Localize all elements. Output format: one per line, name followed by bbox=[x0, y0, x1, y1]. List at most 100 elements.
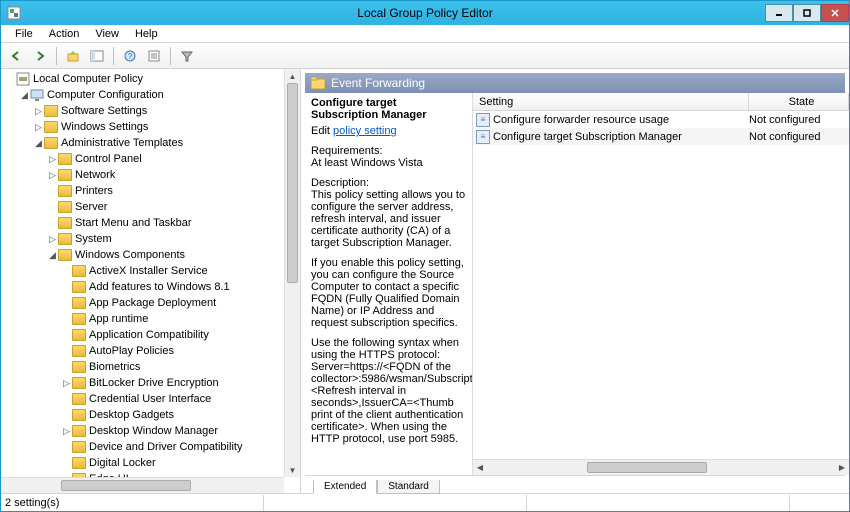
window-buttons bbox=[765, 4, 849, 22]
tree-item-admin-templates[interactable]: ◢Administrative Templates bbox=[5, 135, 300, 151]
folder-icon bbox=[72, 425, 86, 437]
tree-horizontal-scrollbar[interactable] bbox=[1, 477, 284, 493]
folder-icon bbox=[58, 169, 72, 181]
scroll-thumb[interactable] bbox=[587, 462, 707, 473]
tree-item-control-panel[interactable]: ▷Control Panel bbox=[5, 151, 300, 167]
description-heading: Description: bbox=[311, 177, 466, 189]
tree-item-computer-configuration[interactable]: ◢Computer Configuration bbox=[5, 87, 300, 103]
policy-item-icon: ≡ bbox=[476, 130, 490, 144]
setting-state: Not configured bbox=[749, 114, 849, 126]
scroll-thumb[interactable] bbox=[61, 480, 191, 491]
tree-item-local-computer-policy[interactable]: Local Computer Policy bbox=[5, 71, 300, 87]
description-body-3: Use the following syntax when using the … bbox=[311, 337, 466, 445]
tree-item-printers[interactable]: Printers bbox=[5, 183, 300, 199]
tree-item[interactable]: Digital Locker bbox=[5, 455, 300, 471]
tree-item-bitlocker[interactable]: ▷BitLocker Drive Encryption bbox=[5, 375, 300, 391]
requirements-value: At least Windows Vista bbox=[311, 157, 466, 169]
tree-item[interactable]: Biometrics bbox=[5, 359, 300, 375]
menu-help[interactable]: Help bbox=[127, 28, 166, 40]
tree-item-windows-settings[interactable]: ▷Windows Settings bbox=[5, 119, 300, 135]
scroll-left-arrow[interactable]: ◀ bbox=[473, 463, 487, 472]
tree-item[interactable]: ActiveX Installer Service bbox=[5, 263, 300, 279]
menu-action[interactable]: Action bbox=[41, 28, 88, 40]
tree-item[interactable]: Desktop Gadgets bbox=[5, 407, 300, 423]
setting-name: Configure target Subscription Manager bbox=[493, 131, 749, 143]
status-segment bbox=[789, 495, 849, 511]
list-row[interactable]: ≡ Configure forwarder resource usage Not… bbox=[473, 111, 849, 128]
tree-item-software-settings[interactable]: ▷Software Settings bbox=[5, 103, 300, 119]
edit-policy-link[interactable]: policy setting bbox=[333, 125, 397, 137]
tree-item[interactable]: AutoPlay Policies bbox=[5, 343, 300, 359]
status-bar: 2 setting(s) bbox=[1, 493, 849, 511]
scroll-right-arrow[interactable]: ▶ bbox=[835, 463, 849, 472]
setting-name: Configure forwarder resource usage bbox=[493, 114, 749, 126]
folder-icon bbox=[44, 105, 58, 117]
scroll-thumb[interactable] bbox=[287, 83, 298, 283]
title-bar[interactable]: Local Group Policy Editor bbox=[1, 1, 849, 25]
forward-button[interactable] bbox=[29, 45, 51, 67]
tab-standard[interactable]: Standard bbox=[377, 480, 440, 494]
setting-state: Not configured bbox=[749, 131, 849, 143]
menu-view[interactable]: View bbox=[87, 28, 127, 40]
folder-icon bbox=[72, 313, 86, 325]
svg-text:?: ? bbox=[128, 52, 133, 61]
tree-item[interactable]: Credential User Interface bbox=[5, 391, 300, 407]
column-setting[interactable]: Setting bbox=[473, 93, 749, 110]
policy-item-icon: ≡ bbox=[476, 113, 490, 127]
close-button[interactable] bbox=[821, 4, 849, 22]
folder-icon bbox=[58, 233, 72, 245]
minimize-button[interactable] bbox=[765, 4, 793, 22]
window-frame: Local Group Policy Editor File Action Vi… bbox=[0, 0, 850, 512]
tree-item[interactable]: Application Compatibility bbox=[5, 327, 300, 343]
toolbar: ? bbox=[1, 43, 849, 69]
list-row[interactable]: ≡ Configure target Subscription Manager … bbox=[473, 128, 849, 145]
folder-icon bbox=[72, 265, 86, 277]
list-horizontal-scrollbar[interactable]: ◀ ▶ bbox=[473, 459, 849, 475]
folder-icon bbox=[44, 121, 58, 133]
show-hide-tree-button[interactable] bbox=[86, 45, 108, 67]
column-state[interactable]: State bbox=[749, 93, 849, 110]
folder-icon bbox=[72, 329, 86, 341]
tree-item-network[interactable]: ▷Network bbox=[5, 167, 300, 183]
column-headers: Setting State bbox=[473, 93, 849, 111]
tree-item-windows-components[interactable]: ◢Windows Components bbox=[5, 247, 300, 263]
toolbar-separator bbox=[56, 47, 57, 65]
tree-item[interactable]: App runtime bbox=[5, 311, 300, 327]
requirements-heading: Requirements: bbox=[311, 145, 466, 157]
description-pane: Configure target Subscription Manager Ed… bbox=[305, 93, 473, 475]
app-icon bbox=[7, 6, 21, 20]
help-button[interactable]: ? bbox=[119, 45, 141, 67]
window-title: Local Group Policy Editor bbox=[357, 6, 492, 20]
folder-icon bbox=[58, 201, 72, 213]
edit-label: Edit bbox=[311, 125, 333, 137]
tree-item[interactable]: Device and Driver Compatibility bbox=[5, 439, 300, 455]
section-title: Event Forwarding bbox=[331, 76, 425, 90]
tree-item[interactable]: App Package Deployment bbox=[5, 295, 300, 311]
scroll-up-arrow[interactable]: ▲ bbox=[285, 69, 300, 83]
tree-vertical-scrollbar[interactable]: ▲ ▼ bbox=[284, 69, 300, 477]
policy-title: Configure target Subscription Manager bbox=[311, 97, 466, 121]
toolbar-separator bbox=[113, 47, 114, 65]
folder-icon bbox=[72, 345, 86, 357]
back-button[interactable] bbox=[5, 45, 27, 67]
tab-extended[interactable]: Extended bbox=[313, 480, 377, 494]
up-button[interactable] bbox=[62, 45, 84, 67]
menu-file[interactable]: File bbox=[7, 28, 41, 40]
tree-item-dwm[interactable]: ▷Desktop Window Manager bbox=[5, 423, 300, 439]
folder-icon bbox=[72, 361, 86, 373]
folder-icon bbox=[58, 217, 72, 229]
properties-button[interactable] bbox=[143, 45, 165, 67]
toolbar-separator bbox=[170, 47, 171, 65]
tree-item-start-menu[interactable]: Start Menu and Taskbar bbox=[5, 215, 300, 231]
policy-tree[interactable]: Local Computer Policy ◢Computer Configur… bbox=[1, 69, 300, 493]
tree-item-server[interactable]: Server bbox=[5, 199, 300, 215]
description-body: This policy setting allows you to config… bbox=[311, 189, 466, 249]
scroll-down-arrow[interactable]: ▼ bbox=[285, 463, 300, 477]
tree-item[interactable]: Add features to Windows 8.1 bbox=[5, 279, 300, 295]
folder-icon bbox=[72, 457, 86, 469]
maximize-button[interactable] bbox=[793, 4, 821, 22]
folder-icon bbox=[72, 377, 86, 389]
filter-button[interactable] bbox=[176, 45, 198, 67]
menu-bar: File Action View Help bbox=[1, 25, 849, 43]
tree-item-system[interactable]: ▷System bbox=[5, 231, 300, 247]
